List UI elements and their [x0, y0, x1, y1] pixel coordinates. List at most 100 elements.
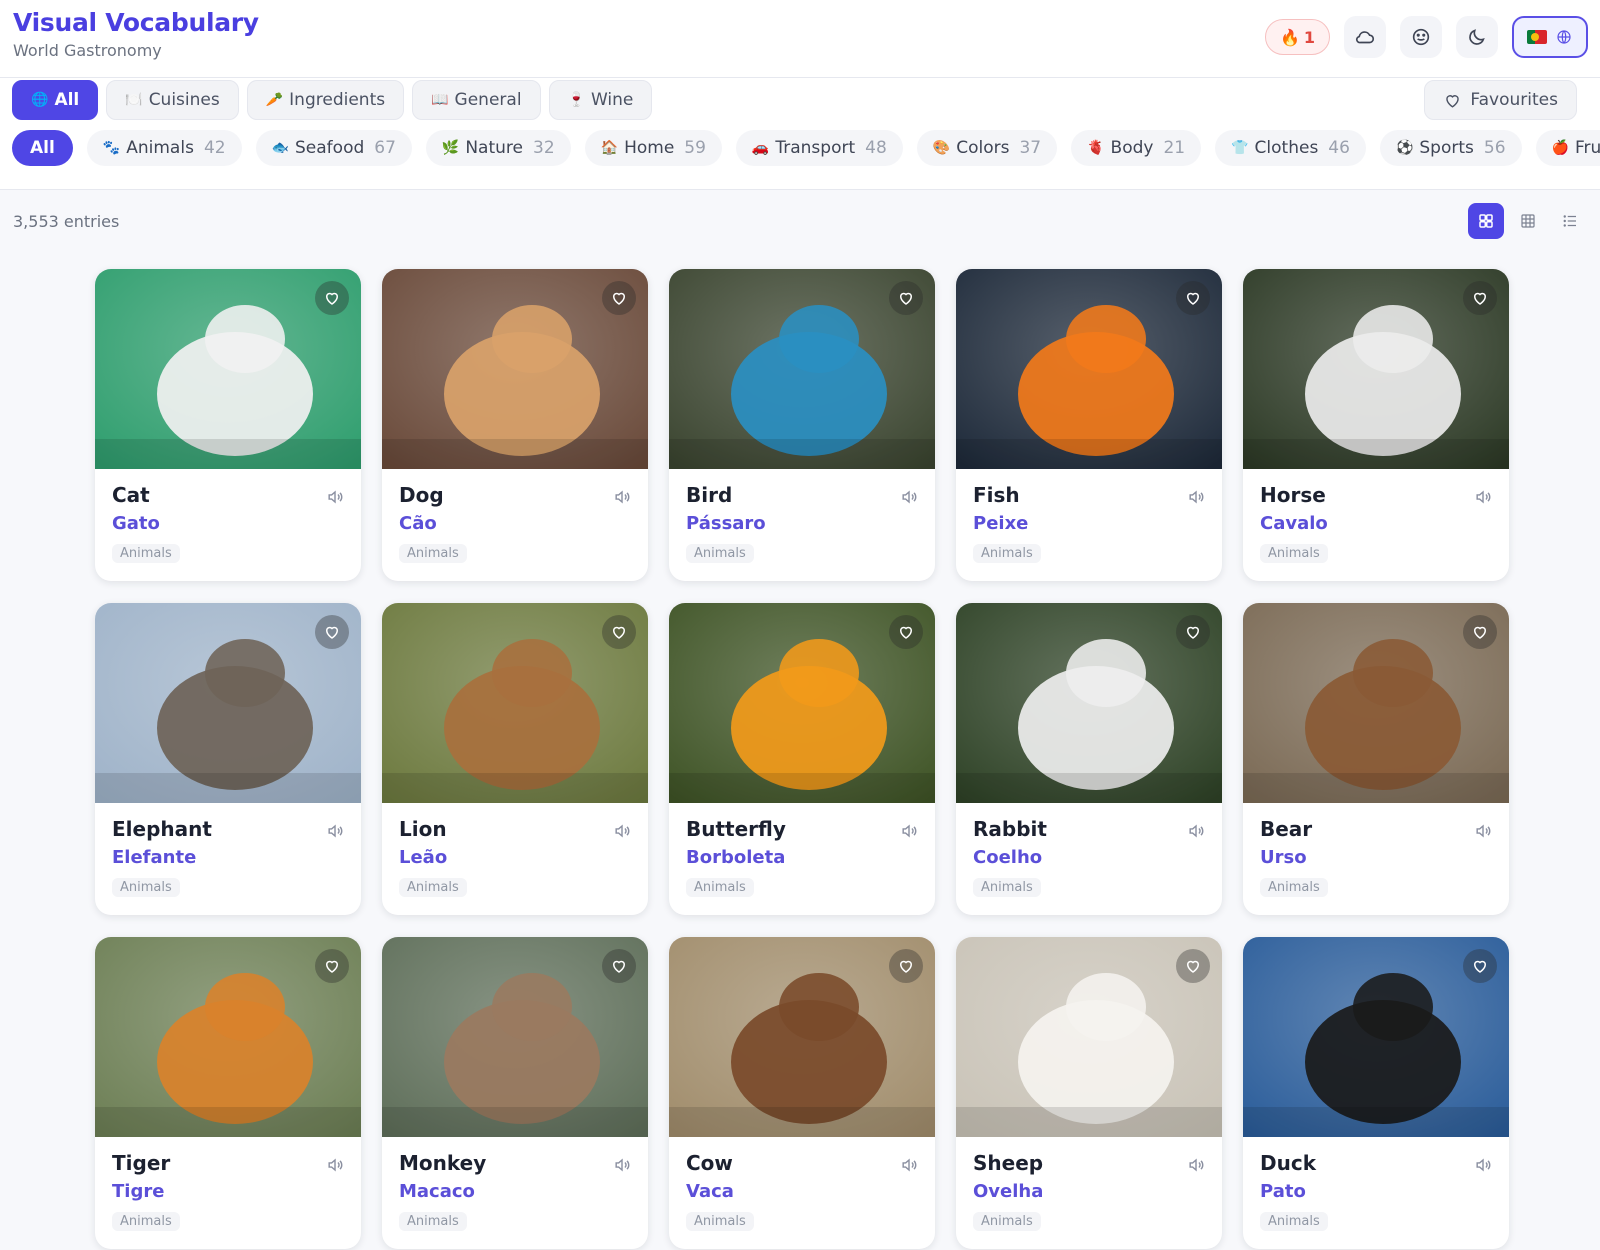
heart-icon — [612, 626, 626, 639]
card-category-tag: Animals — [1260, 1212, 1328, 1231]
category-filter-colors[interactable]: 🎨 Colors 37 — [916, 130, 1058, 166]
card-word: Rabbit — [973, 817, 1047, 841]
speaker-icon — [615, 824, 630, 838]
vocab-card-horse[interactable]: Horse Cavalo Animals — [1243, 269, 1509, 581]
category-label: Fruits — [1574, 138, 1600, 158]
small-grid-view-button[interactable] — [1510, 203, 1546, 239]
card-translation: Gato — [112, 513, 160, 534]
collection-filter-emoji-icon: 🌐 — [31, 92, 49, 108]
pronounce-button[interactable] — [899, 487, 919, 507]
category-filter-all[interactable]: All — [12, 130, 73, 166]
category-filter-sports[interactable]: ⚽ Sports 56 — [1379, 130, 1522, 166]
card-photo — [95, 269, 361, 469]
category-filter-nature[interactable]: 🌿 Nature 32 — [425, 130, 571, 166]
category-filter-animals[interactable]: 🐾 Animals 42 — [86, 130, 242, 166]
vocab-card-monkey[interactable]: Monkey Macaco Animals — [382, 937, 648, 1249]
pronounce-button[interactable] — [325, 1155, 345, 1175]
card-word: Monkey — [399, 1151, 487, 1175]
collection-filter-all[interactable]: 🌐 All — [12, 80, 99, 120]
vocab-card-bear[interactable]: Bear Urso Animals — [1243, 603, 1509, 915]
pronounce-button[interactable] — [1186, 821, 1206, 841]
speaker-icon — [615, 490, 630, 504]
favourite-button[interactable] — [602, 281, 636, 315]
vocab-card-duck[interactable]: Duck Pato Animals — [1243, 937, 1509, 1249]
card-photo — [382, 603, 648, 803]
favourite-button[interactable] — [889, 281, 923, 315]
favourite-button[interactable] — [889, 615, 923, 649]
category-filter-transport[interactable]: 🚗 Transport 48 — [735, 130, 903, 166]
collection-filter-wine[interactable]: 🍷 Wine — [548, 80, 653, 120]
speaker-icon — [1476, 824, 1491, 838]
pronounce-button[interactable] — [1473, 821, 1493, 841]
favourite-button[interactable] — [1176, 615, 1210, 649]
vocab-card-sheep[interactable]: Sheep Ovelha Animals — [956, 937, 1222, 1249]
vocab-card-cat[interactable]: Cat Gato Animals — [95, 269, 361, 581]
category-filter-home[interactable]: 🏠 Home 59 — [584, 130, 722, 166]
heart-icon — [1473, 960, 1487, 973]
vocab-card-bird[interactable]: Bird Pássaro Animals — [669, 269, 935, 581]
favourite-button[interactable] — [889, 949, 923, 983]
language-button[interactable] — [1512, 16, 1588, 58]
pronounce-button[interactable] — [1186, 1155, 1206, 1175]
category-label: Nature — [465, 138, 523, 158]
app-subtitle: World Gastronomy — [13, 41, 162, 60]
collection-filter-ingredients[interactable]: 🥕 Ingredients — [246, 80, 405, 120]
pronounce-button[interactable] — [1186, 487, 1206, 507]
category-filter-seafood[interactable]: 🐟 Seafood 67 — [255, 130, 412, 166]
vocab-card-rabbit[interactable]: Rabbit Coelho Animals — [956, 603, 1222, 915]
category-filter-fruits[interactable]: 🍎Fruits76 — [1535, 130, 1600, 166]
pronounce-button[interactable] — [1473, 487, 1493, 507]
card-word: Cat — [112, 483, 150, 507]
category-filter-body[interactable]: 🫀 Body 21 — [1071, 130, 1202, 166]
favourite-button[interactable] — [602, 615, 636, 649]
large-grid-view-button[interactable] — [1468, 203, 1504, 239]
favourite-button[interactable] — [1463, 949, 1497, 983]
favourite-button[interactable] — [315, 615, 349, 649]
card-photo — [669, 603, 935, 803]
card-category-tag: Animals — [1260, 878, 1328, 897]
vocab-card-elephant[interactable]: Elephant Elefante Animals — [95, 603, 361, 915]
card-category-tag: Animals — [973, 1212, 1041, 1231]
category-label: Transport — [775, 138, 856, 158]
pronounce-button[interactable] — [899, 821, 919, 841]
pronounce-button[interactable] — [612, 821, 632, 841]
favourite-button[interactable] — [602, 949, 636, 983]
favourite-button[interactable] — [1463, 281, 1497, 315]
list-icon — [1563, 215, 1576, 227]
vocab-card-dog[interactable]: Dog Cão Animals — [382, 269, 648, 581]
favourite-button[interactable] — [1176, 281, 1210, 315]
moon-icon — [1469, 29, 1485, 45]
vocab-card-lion[interactable]: Lion Leão Animals — [382, 603, 648, 915]
favourites-button[interactable]: Favourites — [1424, 80, 1577, 120]
heart-icon — [1473, 626, 1487, 639]
heart-icon — [1473, 292, 1487, 305]
vocab-card-butterfly[interactable]: Butterfly Borboleta Animals — [669, 603, 935, 915]
collection-filter-cuisines[interactable]: 🍽️ Cuisines — [106, 80, 239, 120]
card-info: Fish Peixe Animals — [956, 469, 1222, 563]
favourite-button[interactable] — [315, 281, 349, 315]
vocab-card-cow[interactable]: Cow Vaca Animals — [669, 937, 935, 1249]
card-photo — [956, 937, 1222, 1137]
pronounce-button[interactable] — [325, 487, 345, 507]
pronounce-button[interactable] — [612, 1155, 632, 1175]
streak-badge[interactable]: 🔥 1 — [1264, 19, 1330, 55]
pronounce-button[interactable] — [325, 821, 345, 841]
cloud-button[interactable] — [1344, 16, 1386, 58]
card-word: Sheep — [973, 1151, 1044, 1175]
favourite-button[interactable] — [1176, 949, 1210, 983]
vocab-card-fish[interactable]: Fish Peixe Animals — [956, 269, 1222, 581]
smiley-button[interactable] — [1400, 16, 1442, 58]
pronounce-button[interactable] — [899, 1155, 919, 1175]
category-count: 42 — [203, 138, 226, 158]
collection-filter-emoji-icon: 📖 — [431, 92, 449, 108]
dark-mode-button[interactable] — [1456, 16, 1498, 58]
favourite-button[interactable] — [315, 949, 349, 983]
pronounce-button[interactable] — [612, 487, 632, 507]
list-view-button[interactable] — [1552, 203, 1588, 239]
pronounce-button[interactable] — [1473, 1155, 1493, 1175]
category-filter-clothes[interactable]: 👕 Clothes 46 — [1215, 130, 1366, 166]
collection-filter-general[interactable]: 📖 General — [412, 80, 541, 120]
favourite-button[interactable] — [1463, 615, 1497, 649]
vocab-card-tiger[interactable]: Tiger Tigre Animals — [95, 937, 361, 1249]
heart-icon — [325, 626, 339, 639]
